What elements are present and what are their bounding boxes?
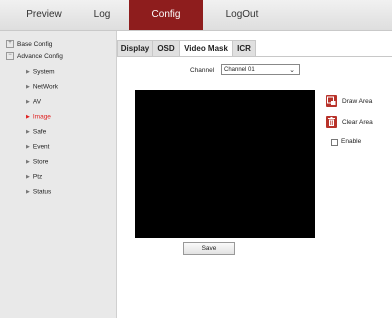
clear-area-label: Clear Area — [342, 119, 373, 126]
draw-area-label: Draw Area — [342, 98, 373, 105]
sidebar-item-event[interactable]: ▶ Event — [26, 142, 49, 152]
nav-log[interactable]: Log — [84, 0, 120, 30]
sidebar-item-label: AV — [32, 98, 42, 106]
nav-preview[interactable]: Preview — [14, 0, 74, 30]
sidebar-item-label: Status — [32, 188, 52, 196]
channel-label: Channel — [190, 67, 215, 74]
sidebar-item-av[interactable]: ▶ AV — [26, 97, 41, 107]
top-nav: Preview Log Config LogOut — [0, 0, 392, 31]
collapse-icon: − — [6, 52, 14, 61]
channel-value: Channel 01 — [224, 67, 255, 73]
tab-video-mask[interactable]: Video Mask — [179, 40, 233, 57]
sidebar-item-system[interactable]: ▶ System — [26, 67, 55, 77]
sidebar: + Base Config − Advance Config ▶ System ▶ Ne… — [0, 31, 117, 318]
triangle-right-icon: ▶ — [26, 84, 30, 90]
sidebar-item-store[interactable]: ▶ Store — [26, 157, 48, 167]
triangle-right-icon: ▶ — [26, 144, 30, 150]
sidebar-item-ptz[interactable]: ▶ Ptz — [26, 172, 42, 182]
triangle-right-icon: ▶ — [26, 189, 30, 195]
sidebar-item-label: Ptz — [32, 173, 43, 181]
sidebar-item-label: Event — [32, 143, 50, 151]
sidebar-item-status[interactable]: ▶ Status — [26, 187, 51, 197]
triangle-right-icon: ▶ — [26, 99, 30, 105]
sidebar-item-base-config[interactable]: + Base Config — [6, 40, 52, 50]
enable-label: Enable — [341, 138, 362, 145]
triangle-right-icon: ▶ — [26, 129, 30, 135]
triangle-right-icon: ▶ — [26, 159, 30, 165]
sidebar-item-label: Image — [32, 113, 51, 121]
tab-osd[interactable]: OSD — [152, 40, 180, 57]
tab-icr[interactable]: ICR — [232, 40, 256, 57]
sidebar-item-label: Base Config — [17, 41, 53, 48]
triangle-right-icon: ▶ — [26, 114, 30, 120]
sidebar-item-network[interactable]: ▶ NetWork — [26, 82, 58, 92]
sidebar-item-label: Store — [32, 158, 49, 166]
sidebar-item-image[interactable]: ▶ Image — [26, 112, 51, 122]
draw-area-icon — [326, 95, 337, 107]
sidebar-item-advance-config[interactable]: − Advance Config — [6, 52, 63, 62]
chevron-down-icon: ⌄ — [289, 67, 295, 74]
sidebar-item-label: NetWork — [32, 83, 59, 91]
sidebar-item-label: Safe — [32, 128, 47, 136]
save-button[interactable]: Save — [183, 242, 235, 255]
tab-display[interactable]: Display — [117, 40, 153, 57]
clear-area-button[interactable]: Clear Area — [326, 116, 386, 130]
draw-area-button[interactable]: Draw Area — [326, 95, 386, 109]
expand-icon: + — [6, 40, 14, 49]
trash-icon — [326, 116, 337, 128]
triangle-right-icon: ▶ — [26, 69, 30, 75]
sidebar-item-label: Advance Config — [17, 53, 63, 60]
nav-config[interactable]: Config — [129, 0, 203, 30]
triangle-right-icon: ▶ — [26, 174, 30, 180]
sidebar-item-safe[interactable]: ▶ Safe — [26, 127, 46, 137]
channel-select[interactable]: Channel 01 ⌄ — [221, 64, 300, 75]
nav-logout[interactable]: LogOut — [212, 0, 272, 30]
sidebar-item-label: System — [32, 68, 55, 76]
video-preview[interactable] — [135, 90, 315, 238]
enable-checkbox[interactable] — [331, 139, 338, 146]
tab-divider — [117, 56, 392, 57]
